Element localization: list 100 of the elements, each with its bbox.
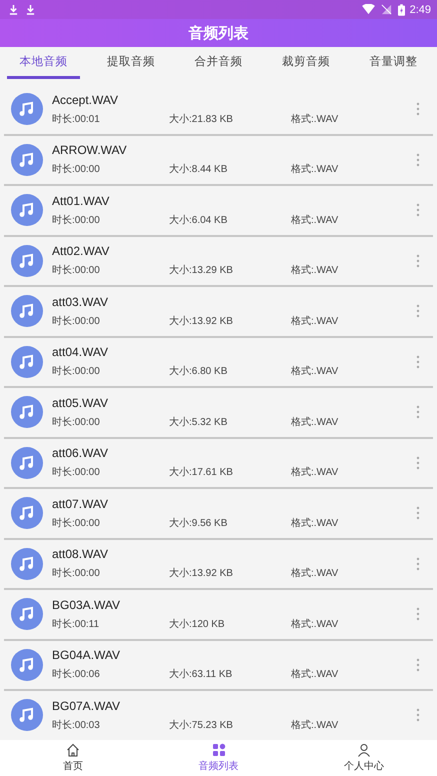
format-text: 格式:.WAV [291,264,338,278]
home-icon [66,743,80,757]
format-text: 格式:.WAV [291,566,338,580]
more-icon[interactable] [416,304,420,318]
battery-icon [398,4,405,16]
tab[interactable]: 提取音频 [94,47,168,79]
format-text: 格式:.WAV [291,668,338,682]
music-note-icon [11,648,43,681]
audio-file-item[interactable]: att07.WAV 时长:00:00 大小:9.56 KB 格式:.WAV [4,489,433,540]
size-text: 大小:63.11 KB [169,668,234,682]
audio-file-item[interactable]: att04.WAV 时长:00:00 大小:6.80 KB 格式:.WAV [4,338,433,388]
file-name: att06.WAV [52,446,110,460]
format-text: 格式:.WAV [291,364,338,378]
format-text: 格式:.WAV [291,112,338,126]
more-icon[interactable] [416,102,420,116]
format-text: 格式:.WAV [291,162,338,176]
file-name: Accept.WAV [52,92,120,107]
page-title: 音频列表 [188,24,248,42]
format-text: 格式:.WAV [291,618,338,631]
duration-text: 时长:00:00 [52,364,101,378]
audio-file-item[interactable]: att08.WAV 时长:00:00 大小:13.92 KB 格式:.WAV [4,540,433,590]
format-text: 格式:.WAV [291,516,338,530]
wifi-icon [362,4,375,15]
file-name: att05.WAV [52,396,110,410]
audio-file-item[interactable]: BG04A.WAV 时长:00:06 大小:63.11 KB 格式:.WAV [4,640,433,691]
download-icon [9,4,18,15]
file-name: att08.WAV [52,547,110,562]
file-name: att03.WAV [52,294,110,309]
more-icon[interactable] [416,506,420,520]
file-name: BG04A.WAV [52,648,122,662]
music-note-icon [11,93,43,126]
audio-file-item[interactable]: ARROW.WAV 时长:00:00 大小:8.44 KB 格式:.WAV [4,136,433,186]
format-text: 格式:.WAV [291,718,338,732]
size-text: 大小:13.92 KB [169,566,234,580]
music-note-icon [11,598,43,630]
audio-file-item[interactable]: Att01.WAV 时长:00:00 大小:6.04 KB 格式:.WAV [4,186,433,236]
music-note-icon [11,548,43,580]
duration-text: 时长:00:00 [52,416,101,429]
clock-time: 2:49 [410,4,431,16]
more-icon[interactable] [416,607,420,622]
more-icon[interactable] [416,354,420,369]
format-text: 格式:.WAV [291,466,338,480]
size-text: 大小:21.83 KB [169,112,234,126]
size-text: 大小:8.44 KB [169,162,228,176]
audio-file-item[interactable]: BG03A.WAV 时长:00:11 大小:120 KB 格式:.WAV [4,590,433,640]
tab[interactable]: 裁剪音频 [269,47,343,79]
music-note-icon [11,497,43,530]
more-icon[interactable] [416,708,420,722]
duration-text: 时长:00:11 [52,618,100,631]
tab[interactable]: 合并音频 [182,47,256,79]
nav-item[interactable]: 音频列表 [146,740,292,776]
audio-file-item[interactable]: Att02.WAV 时长:00:00 大小:13.29 KB 格式:.WAV [4,236,433,287]
size-text: 大小:6.80 KB [169,364,228,378]
audio-file-item[interactable]: att03.WAV 时长:00:00 大小:13.92 KB 格式:.WAV [4,287,433,338]
size-text: 大小:120 KB [169,618,226,631]
size-text: 大小:6.04 KB [169,214,228,227]
format-text: 格式:.WAV [291,314,338,328]
more-icon[interactable] [416,254,420,268]
audio-file-item[interactable]: att06.WAV 时长:00:00 大小:17.61 KB 格式:.WAV [4,438,433,489]
size-text: 大小:17.61 KB [169,466,234,480]
more-icon[interactable] [416,203,420,218]
format-text: 格式:.WAV [291,416,338,429]
more-icon[interactable] [416,405,420,420]
nav-item[interactable]: 首页 [0,740,146,776]
file-name: Att02.WAV [52,244,110,258]
music-note-icon [11,295,43,328]
file-name: att07.WAV [52,496,110,511]
duration-text: 时长:00:00 [52,214,101,227]
more-icon[interactable] [416,152,420,167]
nav-item[interactable]: 个人中心 [291,740,437,776]
music-note-icon [11,396,43,428]
file-name: BG07A.WAV [52,698,122,713]
more-icon[interactable] [416,456,420,470]
more-icon[interactable] [416,658,420,672]
audio-file-item[interactable]: att05.WAV 时长:00:00 大小:5.32 KB 格式:.WAV [4,388,433,438]
audio-file-item[interactable]: Accept.WAV 时长:00:01 大小:21.83 KB 格式:.WAV [4,85,433,136]
tab[interactable]: 本地音频 [7,47,80,79]
duration-text: 时长:00:01 [52,112,101,126]
size-text: 大小:5.32 KB [169,416,228,429]
grid-icon [212,743,226,757]
tab[interactable]: 音量调整 [356,47,430,79]
duration-text: 时长:00:06 [52,668,101,682]
duration-text: 时长:00:03 [52,718,101,732]
size-text: 大小:13.92 KB [169,314,234,328]
music-note-icon [11,244,43,277]
more-icon[interactable] [416,556,420,571]
duration-text: 时长:00:00 [52,264,101,278]
music-note-icon [11,144,43,176]
person-icon [357,743,372,757]
file-name: ARROW.WAV [52,143,128,158]
music-note-icon [11,194,43,226]
music-note-icon [11,346,43,378]
no-signal-icon [380,4,393,15]
duration-text: 时长:00:00 [52,516,101,530]
file-name: att04.WAV [52,345,110,360]
music-note-icon [11,446,43,479]
duration-text: 时长:00:00 [52,314,101,328]
duration-text: 时长:00:00 [52,466,101,480]
duration-text: 时长:00:00 [52,162,101,176]
file-name: Att01.WAV [52,194,110,208]
